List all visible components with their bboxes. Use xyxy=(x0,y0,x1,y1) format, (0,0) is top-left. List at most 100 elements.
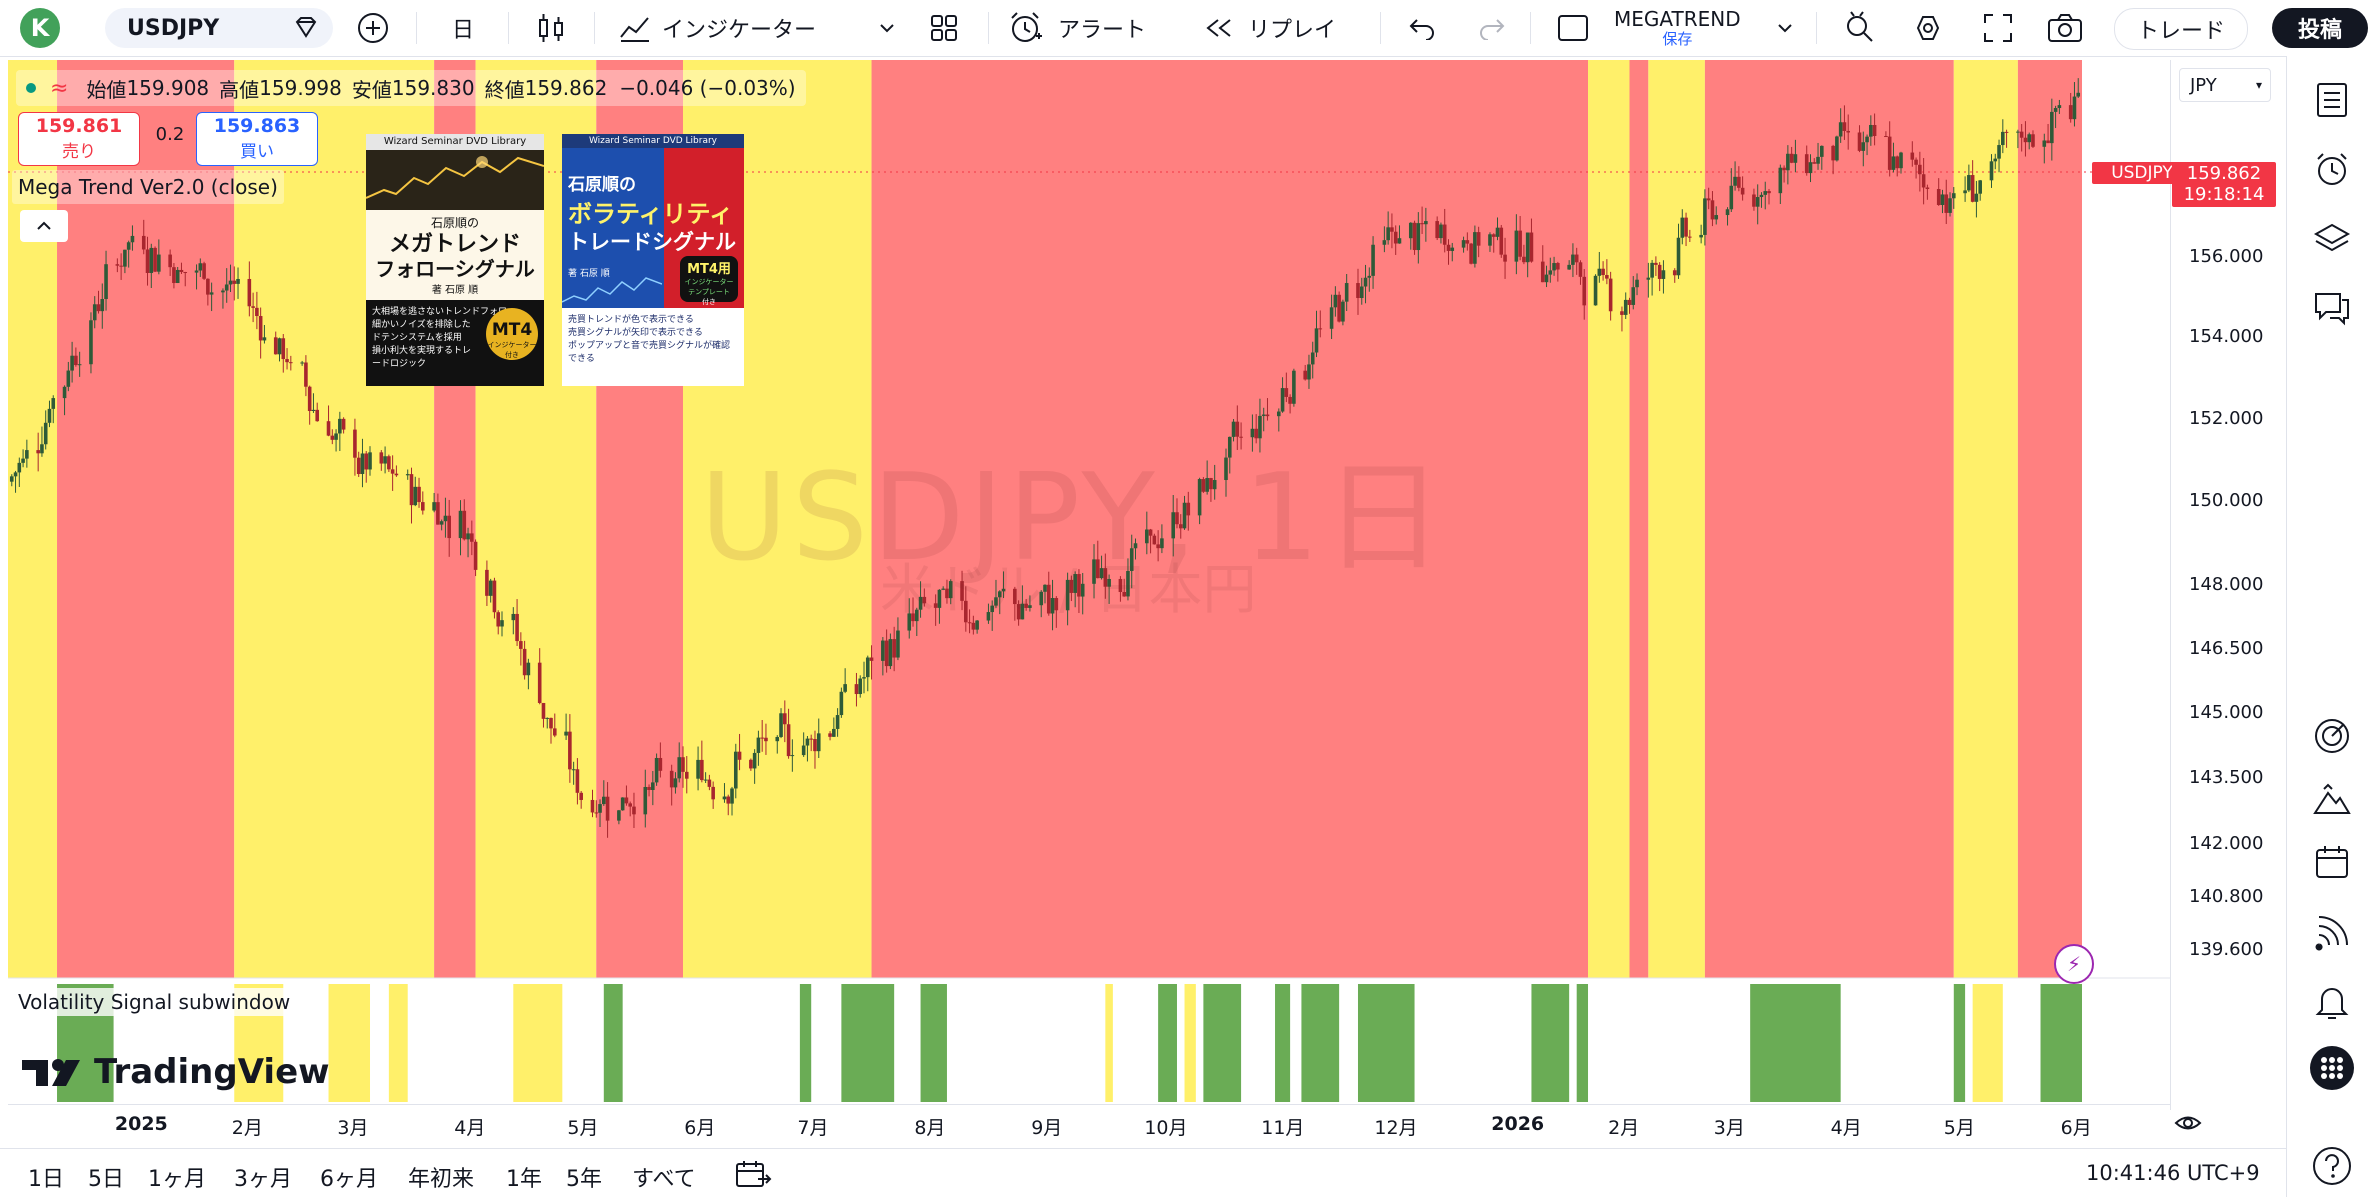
user-avatar[interactable]: K xyxy=(20,8,60,48)
candle-body xyxy=(2031,134,2035,147)
candle-body xyxy=(277,338,282,355)
undo-icon[interactable] xyxy=(1408,0,1436,56)
target-icon[interactable] xyxy=(2308,712,2356,760)
candle-body xyxy=(681,757,685,772)
indicator-legend[interactable]: Mega Trend Ver2.0 (close) xyxy=(12,170,284,204)
collapse-legend-button[interactable] xyxy=(20,210,68,242)
price-scale[interactable]: JPY ▾ 158.000156.000154.000152.000150.00… xyxy=(2170,60,2283,1130)
candle-body xyxy=(1310,352,1315,365)
candle-body xyxy=(168,254,172,268)
add-symbol-icon[interactable] xyxy=(293,16,319,40)
candle-body xyxy=(379,452,384,464)
candle-body xyxy=(1699,234,1703,238)
candle-body xyxy=(779,713,783,737)
candle-style-icon[interactable] xyxy=(534,0,568,56)
interval-button[interactable]: 日 xyxy=(452,0,474,56)
alert-button[interactable]: アラート xyxy=(1008,0,1146,56)
templates-grid-icon[interactable] xyxy=(928,0,960,56)
chat-icon[interactable] xyxy=(2308,284,2356,332)
scale-settings-icon[interactable] xyxy=(2173,1112,2203,1138)
candle-body xyxy=(1759,194,1764,198)
mountain-icon[interactable] xyxy=(2308,776,2356,824)
dvd-ad-volatility[interactable]: Wizard Seminar DVD Library 石原順の ボラティリティ … xyxy=(562,134,744,386)
range-button[interactable]: 6ヶ月 xyxy=(320,1161,378,1193)
currency-selector[interactable]: JPY ▾ xyxy=(2179,68,2271,102)
time-axis[interactable]: 2025 2月 3月 4月 5月 6月 7月 8月 9月 10月 11月 12月 2026 2月 3月 4月 5… xyxy=(8,1104,2170,1145)
range-button[interactable]: すべて xyxy=(632,1161,696,1193)
candle-body xyxy=(1627,299,1632,305)
candle-body xyxy=(579,792,583,800)
price-tick-label: 142.000 xyxy=(2189,832,2264,854)
volatility-bar-green xyxy=(603,984,623,1102)
camera-snapshot-icon[interactable] xyxy=(2046,0,2084,56)
candle-body xyxy=(74,355,78,366)
candle-body xyxy=(722,796,727,800)
quick-search-icon[interactable] xyxy=(1842,0,1876,56)
layers-icon[interactable] xyxy=(2308,214,2356,262)
replay-button[interactable]: リプレイ xyxy=(1204,0,1336,56)
layout-name-button[interactable]: MEGATREND 保存 xyxy=(1614,0,1741,56)
candle-body xyxy=(251,306,255,308)
layout-chevron-down-icon[interactable] xyxy=(1776,0,1794,56)
ad1-title-line2: フォローシグナル xyxy=(375,257,535,281)
sell-button[interactable]: 159.861 売り xyxy=(18,112,140,166)
indicators-button[interactable]: インジケーター xyxy=(618,0,816,56)
candle-body xyxy=(236,278,240,284)
candle-body xyxy=(1804,154,1809,174)
candle-body xyxy=(575,769,580,793)
candle-body xyxy=(145,249,150,273)
candle-body xyxy=(1835,136,1839,161)
chevron-down-icon[interactable] xyxy=(878,0,896,56)
watchlist-icon[interactable] xyxy=(2308,76,2356,124)
sub-window-legend[interactable]: Volatility Signal subwindow xyxy=(12,988,297,1016)
publish-button[interactable]: 投稿 xyxy=(2272,8,2368,48)
lightning-icon[interactable]: ⚡ xyxy=(2054,944,2094,984)
range-button[interactable]: 1日 xyxy=(28,1161,64,1193)
dvd-ad-megatrend[interactable]: Wizard Seminar DVD Library 石原順の メガトレンド フ… xyxy=(366,134,544,386)
apps-grid-icon[interactable] xyxy=(2308,1044,2356,1092)
candle-body xyxy=(590,799,595,813)
buy-button[interactable]: 159.863 買い xyxy=(196,112,318,166)
broadcast-icon[interactable] xyxy=(2308,908,2356,956)
go-to-date-icon[interactable] xyxy=(734,1159,772,1193)
tradingview-logo[interactable]: TradingView xyxy=(22,1052,330,1092)
calendar-icon[interactable] xyxy=(2308,838,2356,886)
candle-body xyxy=(1556,263,1560,270)
candle-body xyxy=(1261,414,1266,416)
trade-button[interactable]: トレード xyxy=(2114,8,2248,50)
candle-body xyxy=(1974,193,1979,202)
redo-icon[interactable] xyxy=(1478,0,1506,56)
symbol-search[interactable]: USDJPY xyxy=(105,8,333,48)
sell-price: 159.861 xyxy=(35,115,123,137)
candle-body xyxy=(1755,197,1760,207)
clock-timezone[interactable]: 10:41:46 UTC+9 xyxy=(2086,1161,2260,1185)
notifications-bell-icon[interactable] xyxy=(2308,978,2356,1026)
compare-icon[interactable] xyxy=(356,0,390,56)
wave-icon[interactable]: ≈ xyxy=(50,76,68,101)
range-button[interactable]: 1ヶ月 xyxy=(148,1161,206,1193)
settings-gear-icon[interactable] xyxy=(1910,0,1946,56)
help-icon[interactable] xyxy=(2308,1142,2356,1190)
layout-icon[interactable] xyxy=(1556,0,1590,56)
candle-body xyxy=(409,474,414,506)
candle-body xyxy=(756,737,761,753)
ad2-point-1: 売買トレンドが色で表示できる xyxy=(568,315,694,325)
candle-body xyxy=(1967,175,1971,191)
candle-body xyxy=(749,759,753,769)
candle-body xyxy=(1605,275,1609,279)
range-button[interactable]: 1年 xyxy=(506,1161,542,1193)
change-value: −0.046 (−0.03%) xyxy=(619,76,796,100)
range-button[interactable]: 3ヶ月 xyxy=(234,1161,292,1193)
candle-body xyxy=(1925,187,1930,190)
time-tick-label: 4月 xyxy=(1830,1117,1862,1139)
fullscreen-icon[interactable] xyxy=(1982,0,2014,56)
candle-body xyxy=(519,641,523,649)
range-button[interactable]: 5年 xyxy=(566,1161,602,1193)
ad2-point-3: ポップアップと音で売買シグナルが確認できる xyxy=(568,341,731,364)
range-button[interactable]: 5日 xyxy=(88,1161,124,1193)
alerts-clock-icon[interactable] xyxy=(2308,146,2356,194)
trend-band-red xyxy=(1629,60,1649,978)
time-tick-label: 3月 xyxy=(337,1117,369,1139)
range-button[interactable]: 年初来 xyxy=(408,1161,474,1193)
candle-body xyxy=(315,409,320,422)
